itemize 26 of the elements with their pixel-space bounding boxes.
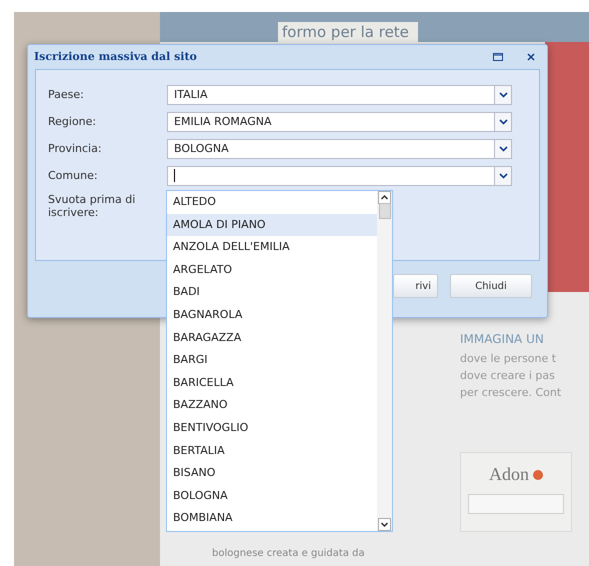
field-label: Paese:	[48, 86, 85, 103]
field-label: Provincia:	[48, 140, 103, 157]
list-item[interactable]: AMOLA DI PIANO	[167, 214, 377, 236]
scroll-thumb[interactable]	[378, 203, 390, 219]
scroll-up-icon[interactable]	[378, 191, 391, 204]
headline: IMMAGINA UN	[460, 331, 545, 348]
combo-box[interactable]: ITALIA	[167, 85, 512, 105]
field-label: Comune:	[48, 168, 99, 184]
scroll-down-icon[interactable]	[378, 518, 391, 531]
body-text-line: dove creare i pas	[460, 368, 556, 384]
footer-text: bolognese creata e guidata da	[212, 547, 365, 561]
body-text-line: dove le persone t	[460, 351, 558, 367]
text-cursor	[174, 169, 175, 182]
field-label: Regione:	[48, 114, 98, 130]
close-icon[interactable]	[527, 53, 535, 61]
header-text: formo per la rete	[278, 22, 418, 42]
window-title: Iscrizione massiva dal sito	[34, 48, 198, 65]
field-label: Svuota prima di iscrivere:	[48, 193, 136, 219]
combo-box[interactable]: EMILIA ROMAGNA	[167, 112, 512, 132]
scrollbar[interactable]	[377, 191, 392, 531]
logo-text: Adon	[489, 463, 529, 486]
combo-box[interactable]: BOLOGNA	[167, 139, 512, 159]
dialog-button[interactable]: rivi	[393, 274, 438, 298]
maximize-icon[interactable]	[493, 53, 503, 61]
dialog-button[interactable]: Chiudi	[450, 274, 532, 298]
body-text-line: per crescere. Cont	[460, 385, 562, 401]
